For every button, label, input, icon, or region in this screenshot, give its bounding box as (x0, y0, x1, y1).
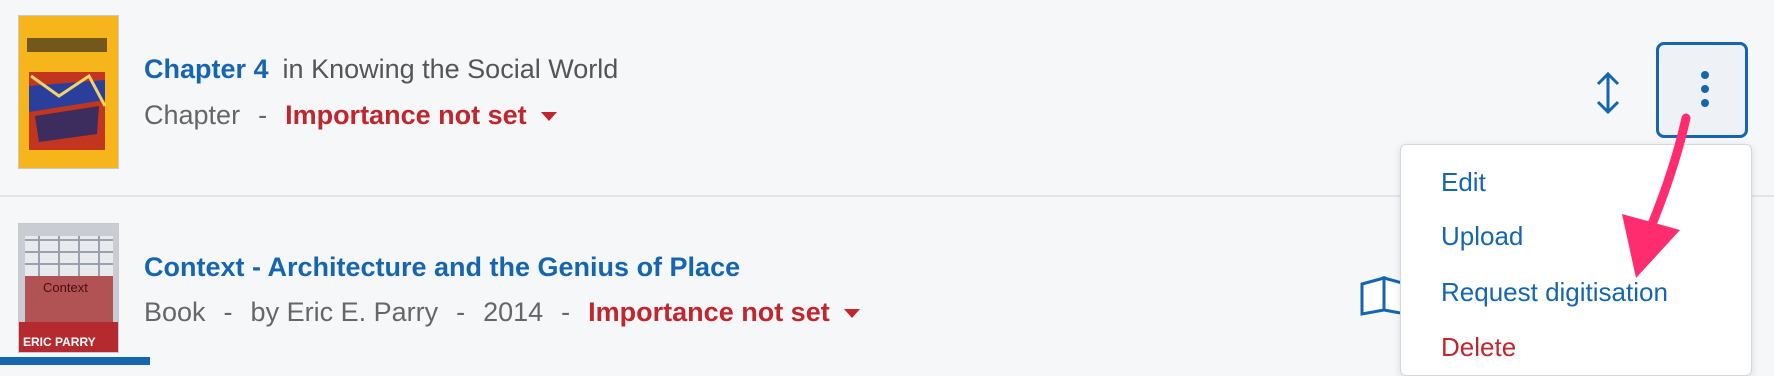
book-cover-image[interactable] (18, 15, 119, 169)
item-title-line: Context - Architecture and the Genius of… (144, 252, 740, 283)
book-cover-image[interactable]: Context ERIC PARRY (18, 223, 119, 353)
separator: - (456, 297, 466, 327)
reorder-icon[interactable] (1590, 70, 1626, 116)
menu-item-upload[interactable]: Upload (1441, 221, 1523, 252)
separator: - (258, 100, 268, 130)
separator: - (561, 297, 571, 327)
caret-down-icon (843, 309, 860, 319)
item-type: Book (144, 297, 206, 327)
item-type: Chapter (144, 100, 241, 130)
item-meta: Chapter - Importance not set (144, 100, 557, 131)
importance-label: Importance not set (588, 297, 830, 327)
item-title-link[interactable]: Chapter 4 (144, 54, 269, 84)
menu-item-edit[interactable]: Edit (1441, 167, 1486, 198)
annotation-arrow-icon (1600, 112, 1710, 292)
item-title-link[interactable]: Context - Architecture and the Genius of… (144, 252, 740, 282)
parent-book-text: in Knowing the Social World (282, 54, 619, 84)
item-meta: Book - by Eric E. Parry -2014- Importance no… (144, 297, 860, 328)
item-author: by Eric E. Parry (250, 297, 439, 327)
caret-down-icon (540, 112, 557, 122)
item-title-line: Chapter 4 in Knowing the Social World (144, 54, 618, 85)
separator: - (223, 297, 233, 327)
cover-author: ERIC PARRY (23, 335, 96, 349)
importance-label: Importance not set (285, 100, 527, 130)
item-year: 2014 (483, 297, 544, 327)
cover-text: Context (43, 280, 88, 295)
menu-item-delete[interactable]: Delete (1441, 332, 1516, 363)
bottom-tab-indicator (0, 357, 150, 365)
importance-dropdown[interactable]: Importance not set (285, 100, 557, 130)
importance-dropdown[interactable]: Importance not set (588, 297, 860, 327)
